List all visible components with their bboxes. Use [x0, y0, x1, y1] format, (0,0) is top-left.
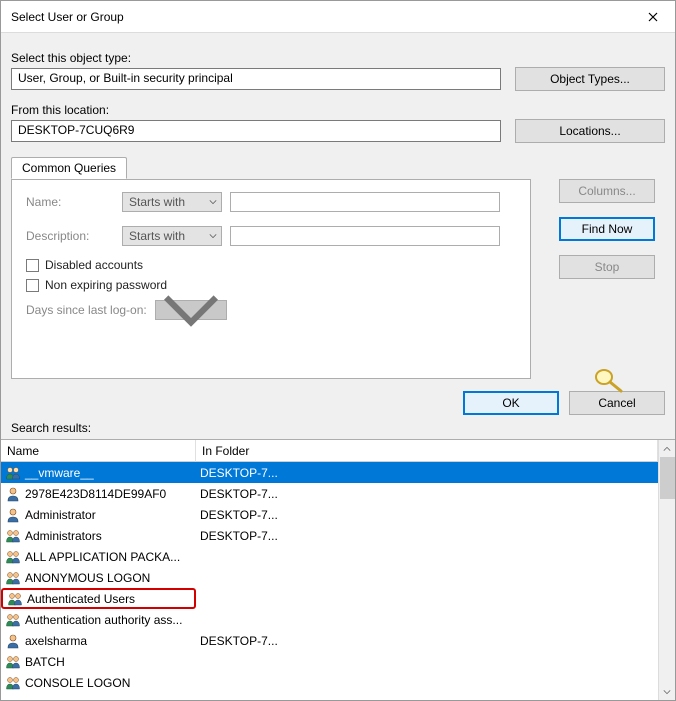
- result-name-cell: ANONYMOUS LOGON: [1, 570, 196, 586]
- result-name-cell: __vmware__: [1, 465, 196, 481]
- close-button[interactable]: [631, 2, 675, 32]
- result-folder-cell: DESKTOP-7...: [196, 487, 658, 501]
- user-icon: [5, 633, 21, 649]
- user-icon: [5, 507, 21, 523]
- cq-name-combo-text: Starts with: [129, 195, 185, 209]
- results-scrollbar[interactable]: [658, 440, 675, 700]
- result-name-cell: Authenticated Users: [1, 588, 196, 609]
- search-icon: [591, 367, 623, 393]
- checkbox-icon: [26, 279, 39, 292]
- disabled-accounts-label: Disabled accounts: [45, 258, 143, 272]
- result-name-cell: Authentication authority ass...: [1, 612, 196, 628]
- cancel-button[interactable]: Cancel: [569, 391, 665, 415]
- table-row[interactable]: axelsharma DESKTOP-7...: [1, 630, 658, 651]
- scroll-up-button[interactable]: [659, 440, 676, 457]
- non-expiring-label: Non expiring password: [45, 278, 167, 292]
- table-row[interactable]: BATCH: [1, 651, 658, 672]
- group-icon: [5, 654, 21, 670]
- result-name-cell: axelsharma: [1, 633, 196, 649]
- group-icon: [5, 675, 21, 691]
- checkbox-icon: [26, 259, 39, 272]
- object-type-field[interactable]: User, Group, or Built-in security princi…: [11, 68, 501, 90]
- user-icon: [5, 486, 21, 502]
- scroll-down-button[interactable]: [659, 683, 676, 700]
- table-row[interactable]: __vmware__ DESKTOP-7...: [1, 462, 658, 483]
- cq-desc-combo[interactable]: Starts with: [122, 226, 222, 246]
- cq-desc-input[interactable]: [230, 226, 500, 246]
- chevron-down-icon: [209, 232, 217, 240]
- column-infolder[interactable]: In Folder: [196, 440, 658, 462]
- group-icon: [5, 612, 21, 628]
- cq-name-combo[interactable]: Starts with: [122, 192, 222, 212]
- result-name-text: __vmware__: [25, 466, 94, 480]
- table-row[interactable]: ALL APPLICATION PACKA...: [1, 546, 658, 567]
- dialog-title: Select User or Group: [1, 10, 124, 24]
- result-name-text: axelsharma: [25, 634, 87, 648]
- disabled-accounts-check[interactable]: Disabled accounts: [26, 258, 516, 272]
- result-name-text: 2978E423D8114DE99AF0: [25, 487, 166, 501]
- result-name-cell: Administrator: [1, 507, 196, 523]
- group-icon: [5, 549, 21, 565]
- result-name-text: BATCH: [25, 655, 65, 669]
- days-since-combo[interactable]: [155, 300, 227, 320]
- location-label: From this location:: [11, 103, 665, 117]
- locations-button[interactable]: Locations...: [515, 119, 665, 143]
- group-icon: [7, 591, 23, 607]
- result-folder-cell: DESKTOP-7...: [196, 634, 658, 648]
- group-icon: [5, 570, 21, 586]
- result-name-text: Authenticated Users: [27, 592, 135, 606]
- scrollbar-thumb[interactable]: [660, 457, 675, 499]
- object-types-button[interactable]: Object Types...: [515, 67, 665, 91]
- result-folder-cell: DESKTOP-7...: [196, 529, 658, 543]
- find-now-button[interactable]: Find Now: [559, 217, 655, 241]
- cq-name-input[interactable]: [230, 192, 500, 212]
- result-name-cell: CONSOLE LOGON: [1, 675, 196, 691]
- select-user-dialog: Select User or Group Select this object …: [0, 0, 676, 701]
- table-row[interactable]: CONSOLE LOGON: [1, 672, 658, 693]
- group-icon: [5, 465, 21, 481]
- cq-desc-label: Description:: [26, 229, 114, 243]
- result-folder-cell: DESKTOP-7...: [196, 466, 658, 480]
- chevron-down-icon: [160, 279, 222, 341]
- column-name[interactable]: Name: [1, 440, 196, 462]
- result-name-text: ANONYMOUS LOGON: [25, 571, 150, 585]
- tab-common-queries[interactable]: Common Queries: [11, 157, 127, 179]
- table-row[interactable]: 2978E423D8114DE99AF0 DESKTOP-7...: [1, 483, 658, 504]
- columns-button[interactable]: Columns...: [559, 179, 655, 203]
- days-since-label: Days since last log-on:: [26, 303, 147, 317]
- result-name-text: Authentication authority ass...: [25, 613, 182, 627]
- table-row[interactable]: Authenticated Users: [1, 588, 658, 609]
- cq-desc-combo-text: Starts with: [129, 229, 185, 243]
- result-name-text: ALL APPLICATION PACKA...: [25, 550, 180, 564]
- result-name-cell: 2978E423D8114DE99AF0: [1, 486, 196, 502]
- table-row[interactable]: Authentication authority ass...: [1, 609, 658, 630]
- location-field[interactable]: DESKTOP-7CUQ6R9: [11, 120, 501, 142]
- ok-button[interactable]: OK: [463, 391, 559, 415]
- search-results-label: Search results:: [1, 417, 675, 439]
- result-folder-cell: DESKTOP-7...: [196, 508, 658, 522]
- result-name-cell: ALL APPLICATION PACKA...: [1, 549, 196, 565]
- non-expiring-check[interactable]: Non expiring password: [26, 278, 516, 292]
- chevron-up-icon: [663, 445, 671, 453]
- result-name-cell: BATCH: [1, 654, 196, 670]
- result-name-cell: Administrators: [1, 528, 196, 544]
- table-row[interactable]: Administrator DESKTOP-7...: [1, 504, 658, 525]
- results-list[interactable]: Name In Folder __vmware__ DESKTOP-7... 2…: [1, 440, 658, 700]
- stop-button[interactable]: Stop: [559, 255, 655, 279]
- object-type-label: Select this object type:: [11, 51, 665, 65]
- group-icon: [5, 528, 21, 544]
- titlebar: Select User or Group: [1, 1, 675, 33]
- table-row[interactable]: Administrators DESKTOP-7...: [1, 525, 658, 546]
- common-queries-panel: Name: Starts with Description: Starts wi…: [11, 179, 531, 379]
- close-icon: [648, 12, 658, 22]
- chevron-down-icon: [209, 198, 217, 206]
- cq-name-label: Name:: [26, 195, 114, 209]
- chevron-down-icon: [663, 688, 671, 696]
- result-name-text: CONSOLE LOGON: [25, 676, 130, 690]
- table-row[interactable]: ANONYMOUS LOGON: [1, 567, 658, 588]
- result-name-text: Administrator: [25, 508, 96, 522]
- result-name-text: Administrators: [25, 529, 102, 543]
